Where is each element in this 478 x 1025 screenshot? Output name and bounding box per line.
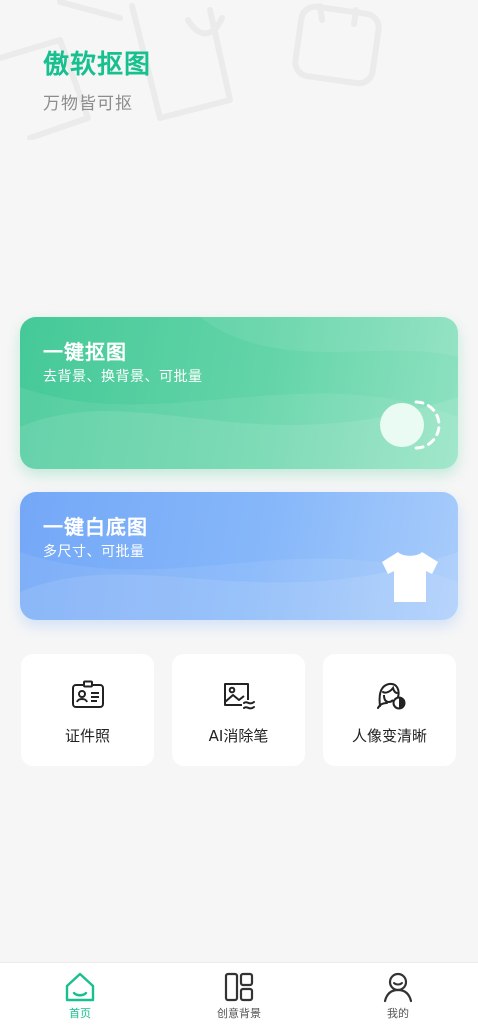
tab-creative-background[interactable]: 创意背景 (189, 963, 289, 1025)
portrait-enhance-icon (376, 682, 405, 710)
layout-icon (224, 972, 254, 1002)
tab-home-label: 首页 (69, 1007, 91, 1020)
tab-creative-background-label: 创意背景 (217, 1007, 261, 1020)
white-background-card-title: 一键白底图 (43, 515, 148, 539)
home-icon (65, 972, 95, 1002)
app-subtitle: 万物皆可抠 (43, 94, 133, 114)
portrait-enhance-label: 人像变清晰 (351, 727, 427, 745)
cutout-card[interactable]: 一键抠图 去背景、换背景、可批量 (20, 317, 458, 469)
tab-mine[interactable]: 我的 (348, 963, 448, 1025)
id-photo-tool[interactable]: 证件照 (21, 654, 154, 766)
ai-eraser-label: AI消除笔 (208, 727, 269, 745)
toggle-circle-icon (380, 400, 441, 450)
ai-eraser-tool[interactable]: AI消除笔 (172, 654, 305, 766)
user-icon (383, 972, 413, 1003)
portrait-enhance-tool[interactable]: 人像变清晰 (323, 654, 456, 766)
white-background-card-subtitle: 多尺寸、可批量 (43, 544, 145, 560)
tshirt-icon (382, 552, 438, 602)
bottom-tab-bar: 首页 创意背景 我的 (0, 962, 478, 1025)
app-title: 傲软抠图 (43, 50, 152, 80)
white-background-card[interactable]: 一键白底图 多尺寸、可批量 (20, 492, 458, 620)
tab-home[interactable]: 首页 (30, 963, 130, 1025)
image-eraser-icon (223, 683, 255, 710)
id-card-icon (71, 680, 104, 708)
tab-mine-label: 我的 (387, 1007, 409, 1020)
cutout-card-subtitle: 去背景、换背景、可批量 (43, 369, 203, 385)
cutout-card-title: 一键抠图 (43, 340, 127, 364)
id-photo-label: 证件照 (64, 727, 110, 745)
